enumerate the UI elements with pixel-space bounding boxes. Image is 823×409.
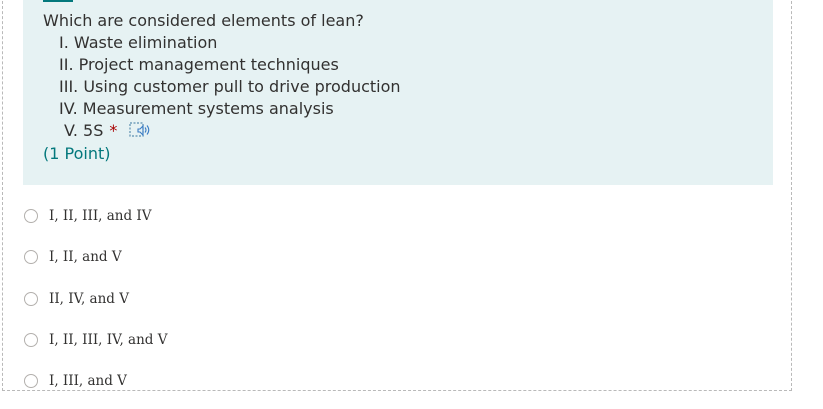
question-item-5: V. 5S — [64, 121, 104, 140]
question-item-1: I. Waste elimination — [59, 33, 218, 52]
option-label: I, III, and V — [49, 373, 127, 389]
option-3[interactable]: II, IV, and V — [24, 289, 129, 309]
radio-button[interactable] — [24, 333, 38, 347]
question-points: (1 Point) — [43, 144, 111, 163]
question-item-3: III. Using customer pull to drive produc… — [59, 77, 401, 96]
option-label: II, IV, and V — [49, 291, 129, 307]
immersive-reader-icon[interactable] — [129, 121, 151, 139]
option-4[interactable]: I, II, III, IV, and V — [24, 330, 167, 350]
option-label: I, II, III, IV, and V — [49, 332, 168, 348]
question-item-5-row: V. 5S * — [64, 121, 151, 141]
radio-button[interactable] — [24, 292, 38, 306]
question-item-2: II. Project management techniques — [59, 55, 339, 74]
question-title: Which are considered elements of lean? — [43, 11, 364, 30]
option-label: I, II, and V — [49, 249, 122, 265]
required-asterisk: * — [109, 121, 118, 140]
radio-button[interactable] — [24, 209, 38, 223]
question-accent-tab — [43, 0, 73, 2]
radio-button[interactable] — [24, 250, 38, 264]
option-1[interactable]: I, II, III, and IV — [24, 206, 152, 226]
question-item-4: IV. Measurement systems analysis — [59, 99, 334, 118]
option-5[interactable]: I, III, and V — [24, 371, 127, 391]
option-2[interactable]: I, II, and V — [24, 247, 122, 267]
radio-button[interactable] — [24, 374, 38, 388]
option-label: I, II, III, and IV — [49, 208, 152, 224]
